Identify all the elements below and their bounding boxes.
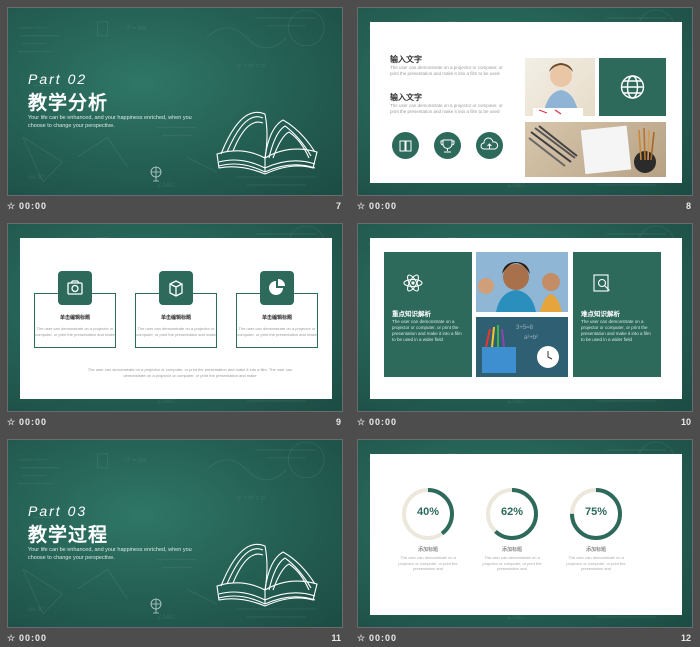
slide-footer: ☆ 00:00 12	[357, 629, 693, 647]
item-body: The user can demonstrate on a projector …	[390, 103, 503, 114]
slide-time: 00:00	[19, 417, 48, 427]
atom-icon	[403, 274, 423, 292]
photo-students	[476, 252, 568, 312]
slide-footer: ☆ 00:00 7	[7, 197, 343, 215]
part-subtitle: Your life can be enhanced, and your happ…	[28, 115, 192, 129]
right-panel: 难点知识解析 The user can demonstrate on a pro…	[573, 252, 661, 377]
slide-12-canvas: 40% 添加标题 The user can demonstrate on a p…	[357, 439, 693, 628]
box-body: The user can demonstrate on a projector …	[136, 326, 216, 337]
camera-icon	[58, 271, 92, 305]
slide-thumb-8[interactable]: 输入文字 The user can demonstrate on a proje…	[350, 0, 693, 215]
box-body: The user can demonstrate on a projector …	[35, 326, 115, 337]
box-body: The user can demonstrate on a projector …	[237, 326, 317, 337]
book-icon	[392, 132, 419, 159]
photo-chalk-clock: 3+5=8 a²+b²	[476, 317, 568, 377]
panel-title: 难点知识解析	[581, 311, 620, 318]
box-title: 单击编辑标题	[59, 315, 90, 321]
slide-8-canvas: 输入文字 The user can demonstrate on a proje…	[357, 7, 693, 196]
slide-thumb-12[interactable]: 40% 添加标题 The user can demonstrate on a p…	[350, 432, 693, 647]
box-title: 单击编辑标题	[160, 315, 191, 321]
star-icon: ☆	[357, 633, 366, 643]
star-icon: ☆	[7, 201, 16, 211]
slide-thumb-9[interactable]: 单击编辑标题 The user can demonstrate on a pro…	[0, 216, 343, 431]
slide-footer: ☆ 00:00 10	[357, 413, 693, 431]
svg-text:3+5=8: 3+5=8	[516, 325, 534, 331]
content-card: 重点知识解析 The user can demonstrate on a pro…	[370, 238, 682, 399]
slide-7-canvas: Part 02 教学分析 Your life can be enhanced, …	[7, 7, 343, 196]
progress-rings	[402, 488, 622, 540]
globe-icon	[150, 598, 162, 614]
star-icon: ☆	[7, 417, 16, 427]
slide-number: 7	[335, 201, 341, 211]
star-icon: ☆	[7, 633, 16, 643]
slide-number: 10	[680, 417, 691, 427]
slide-number: 11	[331, 633, 341, 643]
open-book-icon	[216, 543, 318, 607]
star-icon: ☆	[357, 417, 366, 427]
box-title: 单击编辑标题	[261, 315, 292, 321]
content-card: 输入文字 The user can demonstrate on a proje…	[370, 22, 682, 183]
ring-value: 62%	[500, 506, 524, 518]
part-label: Part 02	[28, 71, 88, 87]
photo-child-drawing	[525, 58, 595, 116]
slide-time: 00:00	[369, 633, 398, 643]
slide-footer: ☆ 00:00 8	[357, 197, 693, 215]
globe-icon	[599, 58, 666, 116]
open-book-icon	[216, 111, 318, 175]
cloud-icon	[476, 132, 503, 159]
slide-11-canvas: Part 03 教学过程 Your life can be enhanced, …	[7, 439, 343, 628]
trophy-icon	[434, 132, 461, 159]
photo-stationery	[525, 122, 666, 177]
content-card: 单击编辑标题 The user can demonstrate on a pro…	[20, 238, 332, 399]
part-label: Part 03	[28, 503, 88, 519]
content-card: 40% 添加标题 The user can demonstrate on a p…	[370, 454, 682, 615]
star-icon: ☆	[357, 201, 366, 211]
slide-number: 12	[680, 633, 691, 643]
slide-number: 9	[335, 417, 341, 427]
slide-footer: ☆ 00:00 9	[7, 413, 343, 431]
ring-title: 添加标题	[501, 547, 522, 553]
slide-thumb-10[interactable]: 重点知识解析 The user can demonstrate on a pro…	[350, 216, 693, 431]
part-title: 教学过程	[28, 525, 109, 546]
ring-title: 添加标题	[417, 547, 438, 553]
slide-time: 00:00	[19, 633, 48, 643]
slide-time: 00:00	[369, 417, 398, 427]
slide-time: 00:00	[369, 201, 398, 211]
item-title: 输入文字	[390, 93, 422, 102]
pie-chart-icon	[260, 271, 294, 305]
slide-footer: ☆ 00:00 11	[7, 629, 343, 647]
slide-thumb-7[interactable]: Part 02 教学分析 Your life can be enhanced, …	[0, 0, 343, 215]
panel-body: The user can demonstrate on a projector …	[581, 319, 651, 342]
svg-text:a²+b²: a²+b²	[524, 335, 538, 341]
ring-body: The user can demonstrate on a projector …	[566, 555, 626, 571]
panel-body: The user can demonstrate on a projector …	[392, 319, 462, 342]
left-panel: 重点知识解析 The user can demonstrate on a pro…	[384, 252, 472, 377]
part-subtitle: Your life can be enhanced, and your happ…	[28, 547, 192, 561]
part-title: 教学分析	[28, 93, 109, 114]
item-body: The user can demonstrate on a projector …	[390, 65, 503, 76]
ring-title: 添加标题	[585, 547, 606, 553]
footer-text: The user can demonstrate on a projector …	[87, 367, 293, 378]
slide-number: 8	[685, 201, 691, 211]
slide-9-canvas: 单击编辑标题 The user can demonstrate on a pro…	[7, 223, 343, 412]
item-title: 输入文字	[390, 55, 422, 64]
search-doc-icon	[593, 274, 610, 292]
box-icon	[159, 271, 193, 305]
ring-body: The user can demonstrate on a projector …	[398, 555, 458, 571]
slide-10-canvas: 重点知识解析 The user can demonstrate on a pro…	[357, 223, 693, 412]
ring-value: 40%	[416, 506, 440, 518]
slide-thumb-11[interactable]: Part 03 教学过程 Your life can be enhanced, …	[0, 432, 343, 647]
panel-title: 重点知识解析	[392, 311, 431, 318]
ring-value: 75%	[584, 506, 608, 518]
globe-icon	[150, 166, 162, 182]
slide-time: 00:00	[19, 201, 48, 211]
ring-body: The user can demonstrate on a projector …	[482, 555, 542, 571]
